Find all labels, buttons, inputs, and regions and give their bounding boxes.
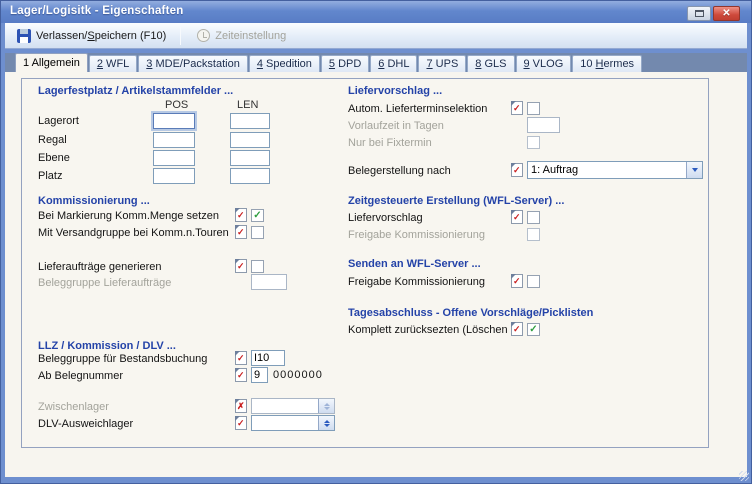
freigabe-komm-senden-checkbox[interactable] bbox=[527, 275, 540, 288]
freigabe-komm-zeit-checkbox bbox=[527, 228, 540, 241]
tab-2-wfl[interactable]: 2 WFL bbox=[89, 55, 137, 72]
tab-3-mde-packstation[interactable]: 3 MDE/Packstation bbox=[138, 55, 248, 72]
spinner-button bbox=[318, 399, 334, 413]
column-header-pos: POS bbox=[165, 99, 188, 111]
label-freigabe-komm-senden: Freigabe Kommissionierung bbox=[348, 274, 485, 290]
maximize-button[interactable] bbox=[687, 6, 711, 21]
tab-4-spedition[interactable]: 4 Spedition bbox=[249, 55, 320, 72]
tab-5-dpd[interactable]: 5 DPD bbox=[321, 55, 369, 72]
section-tagesabschluss-title: Tagesabschluss - Offene Vorschläge/Pickl… bbox=[348, 307, 593, 319]
nur-bei-fixtermin-checkbox bbox=[527, 136, 540, 149]
section-senden-title: Senden an WFL-Server ... bbox=[348, 258, 481, 270]
platz-len-input[interactable] bbox=[230, 168, 270, 184]
lieferauftraege-generieren-checkbox[interactable] bbox=[251, 260, 264, 273]
label-komm-menge-setzen: Bei Markierung Komm.Menge setzen bbox=[38, 208, 219, 224]
column-header-len: LEN bbox=[237, 99, 258, 111]
close-icon: ✕ bbox=[722, 7, 730, 20]
field-check-icon[interactable]: ✓ bbox=[235, 416, 247, 430]
tab-page-allgemein: Lagerfestplatz / Artikelstammfelder ... … bbox=[5, 72, 747, 477]
tab-8-gls[interactable]: 8 GLS bbox=[467, 55, 514, 72]
label-liefervorschlag-zeit: Liefervorschlag bbox=[348, 210, 423, 226]
label-versandgruppe-touren: Mit Versandgruppe bei Komm.n.Touren bbox=[38, 225, 229, 241]
titlebar: Lager/Logisitk - Eigenschaften ✕ bbox=[1, 1, 752, 23]
zwischenlager-spinner bbox=[251, 398, 335, 414]
belegnummer-suffix: 0000000 bbox=[273, 367, 323, 383]
label-nur-bei-fixtermin: Nur bei Fixtermin bbox=[348, 135, 432, 151]
field-check-icon[interactable]: ✓ bbox=[511, 163, 523, 177]
field-check-icon[interactable]: ✓ bbox=[511, 274, 523, 288]
belegerstellung-nach-value: 1: Auftrag bbox=[531, 163, 578, 178]
ebene-len-input[interactable] bbox=[230, 150, 270, 166]
tab-10-hermes[interactable]: 10 Hermes bbox=[572, 55, 642, 72]
field-check-icon[interactable]: ✓ bbox=[235, 225, 247, 239]
dropdown-arrow-button[interactable] bbox=[686, 162, 702, 178]
save-exit-button[interactable]: Verlassen/Speichern (F10) bbox=[11, 25, 172, 47]
tab-strip: 1 Allgemein 2 WFL 3 MDE/Packstation 4 Sp… bbox=[5, 53, 747, 72]
spinner-button[interactable] bbox=[318, 416, 334, 430]
maximize-icon bbox=[695, 10, 704, 17]
versandgruppe-touren-checkbox[interactable] bbox=[251, 226, 264, 239]
label-beleggruppe-lieferauftraege: Beleggruppe Lieferaufträge bbox=[38, 275, 171, 291]
label-platz: Platz bbox=[38, 168, 62, 184]
toolbar-separator bbox=[180, 27, 181, 45]
label-freigabe-komm-zeit: Freigabe Kommissionierung bbox=[348, 227, 485, 243]
platz-pos-input[interactable] bbox=[153, 168, 195, 184]
label-lieferauftraege-generieren: Lieferaufträge generieren bbox=[38, 259, 162, 275]
tab-6-dhl[interactable]: 6 DHL bbox=[370, 55, 417, 72]
field-check-icon[interactable]: ✓ bbox=[511, 322, 523, 336]
regal-pos-input[interactable] bbox=[153, 132, 195, 148]
field-check-icon[interactable]: ✓ bbox=[235, 259, 247, 273]
time-settings-button: Zeiteinstellung bbox=[191, 25, 292, 47]
label-ab-belegnummer: Ab Belegnummer bbox=[38, 368, 123, 384]
save-exit-label: Verlassen/Speichern (F10) bbox=[36, 30, 166, 42]
autom-lieferterminselektion-checkbox[interactable] bbox=[527, 102, 540, 115]
field-check-icon[interactable]: ✓ bbox=[235, 368, 247, 382]
section-liefervorschlag-title: Liefervorschlag ... bbox=[348, 85, 442, 97]
regal-len-input[interactable] bbox=[230, 132, 270, 148]
window-title: Lager/Logisitk - Eigenschaften bbox=[10, 5, 183, 17]
label-beleggruppe-bestandsbuchung: Beleggruppe für Bestandsbuchung bbox=[38, 351, 207, 367]
label-vorlaufzeit: Vorlaufzeit in Tagen bbox=[348, 118, 444, 134]
tab-1-allgemein[interactable]: 1 Allgemein bbox=[15, 53, 88, 72]
label-autom-lieferterminselektion: Autom. Lieferterminselektion bbox=[348, 101, 487, 117]
field-check-icon[interactable]: ✓ bbox=[511, 210, 523, 224]
time-settings-label: Zeiteinstellung bbox=[215, 30, 286, 42]
beleggruppe-lieferauftraege-input bbox=[251, 274, 287, 290]
beleggruppe-bestandsbuchung-input[interactable] bbox=[251, 350, 285, 366]
section-kommissionierung-title: Kommissionierung ... bbox=[38, 195, 150, 207]
vorlaufzeit-input bbox=[527, 117, 560, 133]
label-ebene: Ebene bbox=[38, 150, 70, 166]
lagerort-pos-input[interactable] bbox=[153, 113, 195, 129]
field-check-icon[interactable]: ✓ bbox=[235, 208, 247, 222]
tab-7-ups[interactable]: 7 UPS bbox=[418, 55, 466, 72]
label-dlv-ausweichlager: DLV-Ausweichlager bbox=[38, 416, 133, 432]
toolbar: Verlassen/Speichern (F10) Zeiteinstellun… bbox=[5, 23, 747, 49]
label-belegerstellung-nach: Belegerstellung nach bbox=[348, 163, 451, 179]
lagerort-len-input[interactable] bbox=[230, 113, 270, 129]
label-komplett-zuruecksetzen: Komplett zurücksezten (Löschen bbox=[348, 322, 508, 338]
settings-panel: Lagerfestplatz / Artikelstammfelder ... … bbox=[21, 78, 709, 448]
komplett-zuruecksetzen-checkbox[interactable]: ✓ bbox=[527, 323, 540, 336]
komm-menge-setzen-checkbox[interactable]: ✓ bbox=[251, 209, 264, 222]
section-zeitgesteuert-title: Zeitgesteuerte Erstellung (WFL-Server) .… bbox=[348, 195, 564, 207]
dlv-ausweichlager-spinner[interactable] bbox=[251, 415, 335, 431]
clock-icon bbox=[197, 29, 210, 42]
section-lagerfestplatz-title: Lagerfestplatz / Artikelstammfelder ... bbox=[38, 85, 233, 97]
field-check-icon[interactable]: ✓ bbox=[235, 351, 247, 365]
label-lagerort: Lagerort bbox=[38, 113, 79, 129]
field-check-icon[interactable]: ✓ bbox=[511, 101, 523, 115]
ab-belegnummer-input[interactable] bbox=[251, 367, 268, 383]
save-icon bbox=[17, 29, 31, 43]
label-regal: Regal bbox=[38, 132, 67, 148]
ebene-pos-input[interactable] bbox=[153, 150, 195, 166]
field-cross-icon: ✗ bbox=[235, 399, 247, 413]
close-button[interactable]: ✕ bbox=[713, 6, 740, 21]
properties-window: Lager/Logisitk - Eigenschaften ✕ Verlass… bbox=[0, 0, 752, 484]
tab-9-vlog[interactable]: 9 VLOG bbox=[516, 55, 572, 72]
resize-grip[interactable] bbox=[739, 471, 749, 481]
liefervorschlag-zeit-checkbox[interactable] bbox=[527, 211, 540, 224]
label-zwischenlager: Zwischenlager bbox=[38, 399, 109, 415]
chevron-down-icon bbox=[692, 168, 698, 172]
belegerstellung-nach-dropdown[interactable]: 1: Auftrag bbox=[527, 161, 703, 179]
